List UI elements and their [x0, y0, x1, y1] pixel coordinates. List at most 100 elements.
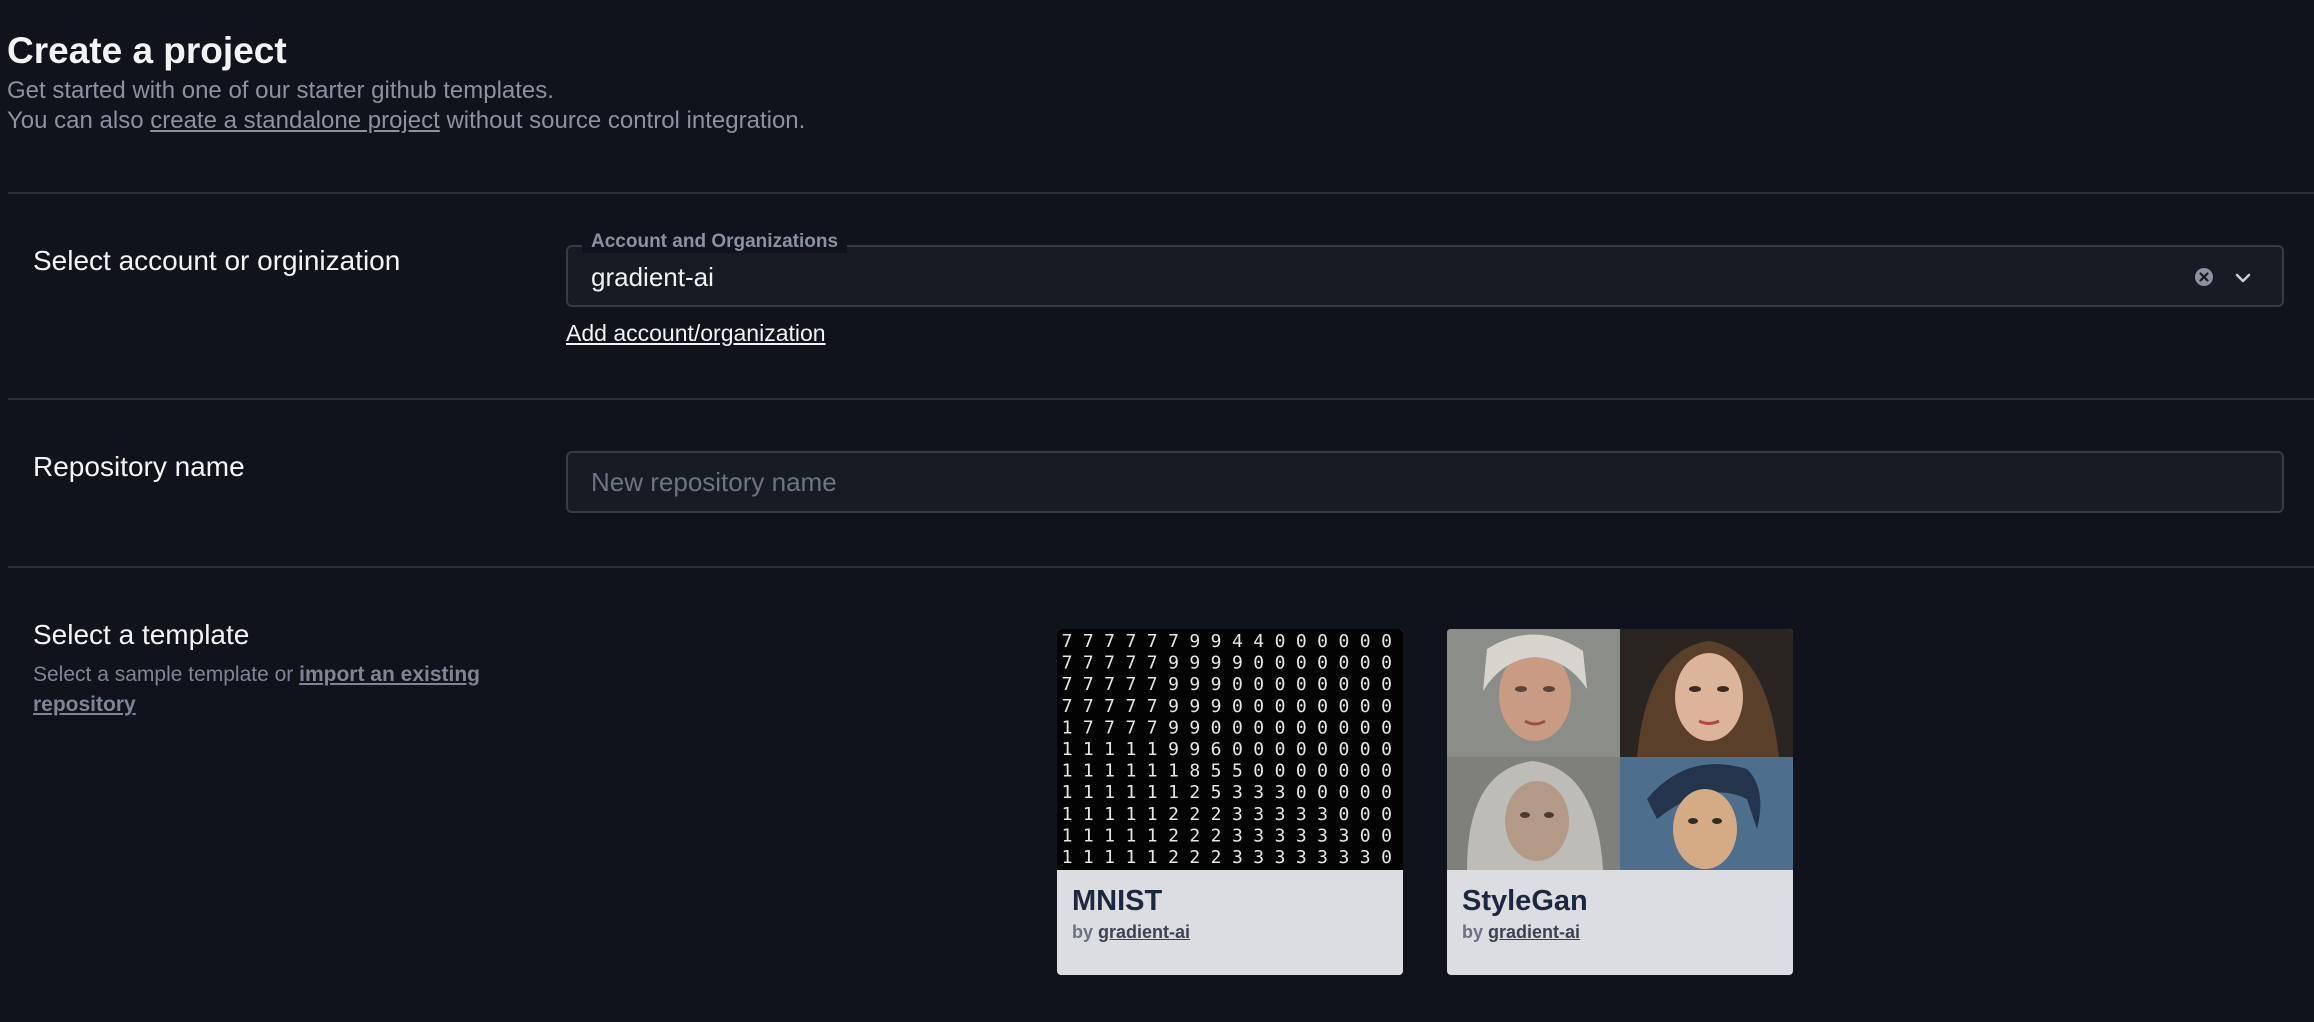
account-select[interactable]: Account and Organizations gradient-ai: [566, 231, 2284, 307]
svg-text:0: 0: [1317, 674, 1328, 695]
svg-text:7: 7: [1083, 717, 1094, 738]
divider: [8, 192, 2314, 194]
subtitle-suffix: without source control integration.: [446, 107, 806, 134]
svg-text:7: 7: [1125, 717, 1136, 738]
svg-text:9: 9: [1189, 674, 1200, 695]
svg-text:0: 0: [1253, 674, 1264, 695]
add-account-link[interactable]: Add account/organization: [566, 320, 826, 347]
page-header: Create a project Get started with one of…: [7, 26, 805, 136]
svg-text:0: 0: [1232, 717, 1243, 738]
chevron-down-icon[interactable]: [2232, 267, 2254, 289]
template-card-stylegan[interactable]: StyleGan by gradient-ai: [1447, 629, 1793, 975]
svg-text:0: 0: [1253, 717, 1264, 738]
svg-text:3: 3: [1232, 782, 1243, 803]
svg-text:7: 7: [1104, 653, 1115, 674]
svg-text:0: 0: [1360, 674, 1371, 695]
svg-text:9: 9: [1189, 739, 1200, 760]
svg-text:9: 9: [1168, 653, 1179, 674]
svg-text:1: 1: [1062, 717, 1073, 738]
svg-text:9: 9: [1189, 696, 1200, 717]
svg-text:0: 0: [1211, 717, 1222, 738]
svg-text:7: 7: [1104, 717, 1115, 738]
svg-text:0: 0: [1338, 782, 1349, 803]
svg-text:3: 3: [1275, 782, 1286, 803]
repository-name-input[interactable]: [568, 453, 2282, 511]
svg-text:0: 0: [1232, 674, 1243, 695]
svg-text:0: 0: [1360, 739, 1371, 760]
subtitle-line-2: You can also create a standalone project…: [7, 106, 805, 136]
svg-text:7: 7: [1125, 674, 1136, 695]
svg-text:9: 9: [1211, 674, 1222, 695]
svg-text:3: 3: [1232, 847, 1243, 868]
page-title: Create a project: [7, 30, 287, 71]
divider: [8, 566, 2314, 568]
svg-text:1: 1: [1168, 761, 1179, 782]
svg-text:1: 1: [1083, 804, 1094, 825]
svg-text:1: 1: [1083, 847, 1094, 868]
svg-text:3: 3: [1317, 825, 1328, 846]
svg-text:1: 1: [1104, 847, 1115, 868]
svg-text:5: 5: [1211, 761, 1222, 782]
template-card-mnist[interactable]: 7777779944000000777779999000000077777999…: [1057, 629, 1403, 975]
svg-text:2: 2: [1211, 847, 1222, 868]
svg-text:1: 1: [1125, 782, 1136, 803]
svg-text:0: 0: [1360, 804, 1371, 825]
svg-text:1: 1: [1125, 739, 1136, 760]
svg-text:1: 1: [1104, 739, 1115, 760]
svg-text:0: 0: [1381, 847, 1392, 868]
svg-text:9: 9: [1189, 653, 1200, 674]
svg-text:7: 7: [1104, 631, 1115, 652]
template-section-sublabel: Select a sample template or import an ex…: [33, 660, 493, 720]
svg-text:1: 1: [1104, 804, 1115, 825]
svg-text:7: 7: [1062, 653, 1073, 674]
svg-text:0: 0: [1338, 804, 1349, 825]
svg-text:0: 0: [1296, 739, 1307, 760]
svg-text:3: 3: [1253, 825, 1264, 846]
svg-text:0: 0: [1253, 653, 1264, 674]
svg-text:0: 0: [1317, 717, 1328, 738]
svg-text:5: 5: [1211, 782, 1222, 803]
svg-text:2: 2: [1211, 825, 1222, 846]
svg-text:0: 0: [1317, 653, 1328, 674]
svg-text:7: 7: [1062, 631, 1073, 652]
svg-text:0: 0: [1360, 631, 1371, 652]
standalone-project-link[interactable]: create a standalone project: [150, 107, 440, 134]
svg-text:0: 0: [1381, 696, 1392, 717]
svg-text:7: 7: [1147, 717, 1158, 738]
svg-text:0: 0: [1317, 696, 1328, 717]
svg-text:3: 3: [1253, 847, 1264, 868]
svg-text:0: 0: [1232, 739, 1243, 760]
author-link[interactable]: gradient-ai: [1488, 922, 1580, 942]
clear-icon[interactable]: [2194, 267, 2214, 287]
svg-text:7: 7: [1083, 653, 1094, 674]
svg-text:1: 1: [1062, 804, 1073, 825]
svg-text:0: 0: [1317, 631, 1328, 652]
svg-text:7: 7: [1104, 674, 1115, 695]
svg-text:0: 0: [1338, 696, 1349, 717]
repository-section-label: Repository name: [33, 451, 245, 482]
svg-text:2: 2: [1168, 804, 1179, 825]
svg-text:0: 0: [1275, 674, 1286, 695]
svg-text:9: 9: [1168, 717, 1179, 738]
template-card-author: by gradient-ai: [1072, 922, 1191, 942]
svg-text:2: 2: [1168, 825, 1179, 846]
svg-text:1: 1: [1062, 761, 1073, 782]
svg-text:2: 2: [1168, 847, 1179, 868]
svg-text:0: 0: [1317, 782, 1328, 803]
mnist-digits-image: 7 7 7 7 7 7 9 9 4 4 0 0 0 0 0 07 7 7 7 7 9 9 9 9 0 0 0 0 0 0 07 7 7 7 7 9 9 9…: [1057, 629, 1403, 870]
svg-text:7: 7: [1147, 631, 1158, 652]
svg-text:7: 7: [1083, 631, 1094, 652]
svg-text:1: 1: [1168, 782, 1179, 803]
svg-text:0: 0: [1275, 717, 1286, 738]
subtitle-prefix: You can also: [7, 107, 144, 134]
svg-text:3: 3: [1275, 825, 1286, 846]
svg-text:0: 0: [1381, 782, 1392, 803]
svg-text:4: 4: [1253, 631, 1264, 652]
svg-text:0: 0: [1253, 761, 1264, 782]
svg-text:0: 0: [1381, 717, 1392, 738]
svg-text:1: 1: [1147, 782, 1158, 803]
author-link[interactable]: gradient-ai: [1098, 922, 1190, 942]
svg-text:1: 1: [1147, 739, 1158, 760]
svg-text:3: 3: [1232, 804, 1243, 825]
svg-text:1: 1: [1125, 847, 1136, 868]
